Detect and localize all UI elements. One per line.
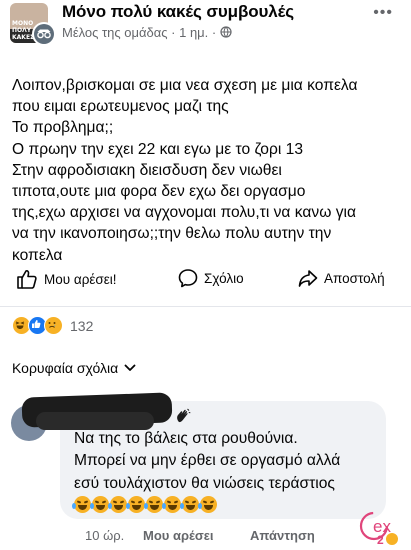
sad-reaction-icon	[44, 316, 63, 335]
share-arrow-icon	[298, 270, 318, 287]
share-button[interactable]: Αποστολή	[298, 268, 385, 288]
post-action-bar: Μου αρέσει! Σχόλιο Αποστολή	[0, 268, 411, 296]
crying-laughing-emoji-icon	[126, 496, 145, 513]
post-line: Ο πρωην την εχει 22 και εγω με το ζορι 1…	[12, 140, 303, 158]
anonymous-icon	[34, 24, 54, 44]
watermark-logo: ex 2	[359, 511, 398, 547]
more-options-icon[interactable]: •••	[373, 4, 393, 22]
reactions-summary[interactable]: 132	[12, 316, 93, 335]
comment-sort-label: Κορυφαία σχόλια	[12, 360, 119, 376]
reaction-count: 132	[70, 317, 94, 334]
comment-body: Να της το βάλεις στα ρουθούνια. Μπορεί ν…	[74, 428, 384, 495]
meta-separator-2: ·	[211, 25, 220, 40]
crying-laughing-emoji-icon	[144, 496, 163, 513]
comment-bubble-icon	[178, 269, 198, 288]
crying-laughing-emoji-icon	[180, 496, 199, 513]
globe-icon	[220, 26, 232, 38]
crying-laughing-emoji-icon	[162, 496, 181, 513]
anonymous-member-avatar[interactable]	[32, 22, 56, 46]
meta-separator: ·	[171, 25, 180, 40]
post-header: ΜΟΝΟ ΠΟΛΥ ΚΑΚΕΣ Μόνο πολύ κακές συμβουλέ…	[0, 0, 411, 50]
comment-sort-dropdown[interactable]: Κορυφαία σχόλια	[12, 360, 136, 376]
svg-text:2: 2	[377, 533, 384, 547]
comment-time[interactable]: 10 ώρ.	[85, 528, 124, 543]
chevron-down-icon	[124, 364, 136, 371]
crying-laughing-emoji-icon	[198, 496, 217, 513]
crying-laughing-emoji-icon	[72, 496, 91, 513]
comment-label: Σχόλιο	[204, 270, 244, 286]
comment-line: Μπορεί να μην έρθει σε οργασμό αλλά	[74, 452, 341, 470]
post-line: Στην αφροδισιακη διεισδυση δεν νιωθει	[12, 161, 282, 179]
divider	[0, 306, 411, 307]
post-line: τιποτα,ουτε μια φορα δεν εχω δει οργασμο	[12, 183, 306, 201]
like-label: Μου αρέσει!	[44, 271, 117, 287]
post-body: Λοιπον,βρισκομαι σε μια νεα σχεση με μια…	[12, 75, 404, 266]
post-line: που ειμαι ερωτευμενος μαζι της	[12, 98, 229, 116]
post-line: να την ικανοποιησω;;την θελω πολυ αυτην …	[12, 225, 332, 243]
post-meta: Μέλος της ομάδας · 1 ημ. ·	[62, 25, 232, 40]
emoji-row	[72, 496, 217, 513]
crying-laughing-emoji-icon	[90, 496, 109, 513]
post-line: της,εχω αρχισει να αγχονομαι πολυ,τι να …	[12, 204, 356, 222]
author-role: Μέλος της ομάδας	[62, 25, 168, 40]
crying-laughing-emoji-icon	[108, 496, 127, 513]
post-time[interactable]: 1 ημ.	[179, 25, 208, 40]
comment-reply-button[interactable]: Απάντηση	[250, 528, 315, 543]
post-line: Το προβλημα;;	[12, 119, 114, 137]
waving-hand-icon	[177, 408, 191, 423]
like-button[interactable]: Μου αρέσει!	[16, 268, 117, 290]
comment-like-button[interactable]: Μου αρέσει	[143, 528, 214, 543]
thumbs-up-icon	[17, 270, 37, 289]
post-line: κοπελα	[12, 246, 63, 264]
group-name[interactable]: Μόνο πολύ κακές συμβουλές	[62, 2, 294, 22]
comment-line: εσύ τουλάχιστον θα νιώσεις τεράστιος	[74, 474, 335, 492]
post-line: Λοιπον,βρισκομαι σε μια νεα σχεση με μια…	[12, 77, 358, 94]
share-label: Αποστολή	[324, 270, 385, 286]
comment-button[interactable]: Σχόλιο	[178, 268, 244, 288]
comment-line: Να της το βάλεις στα ρουθούνια.	[74, 430, 298, 447]
